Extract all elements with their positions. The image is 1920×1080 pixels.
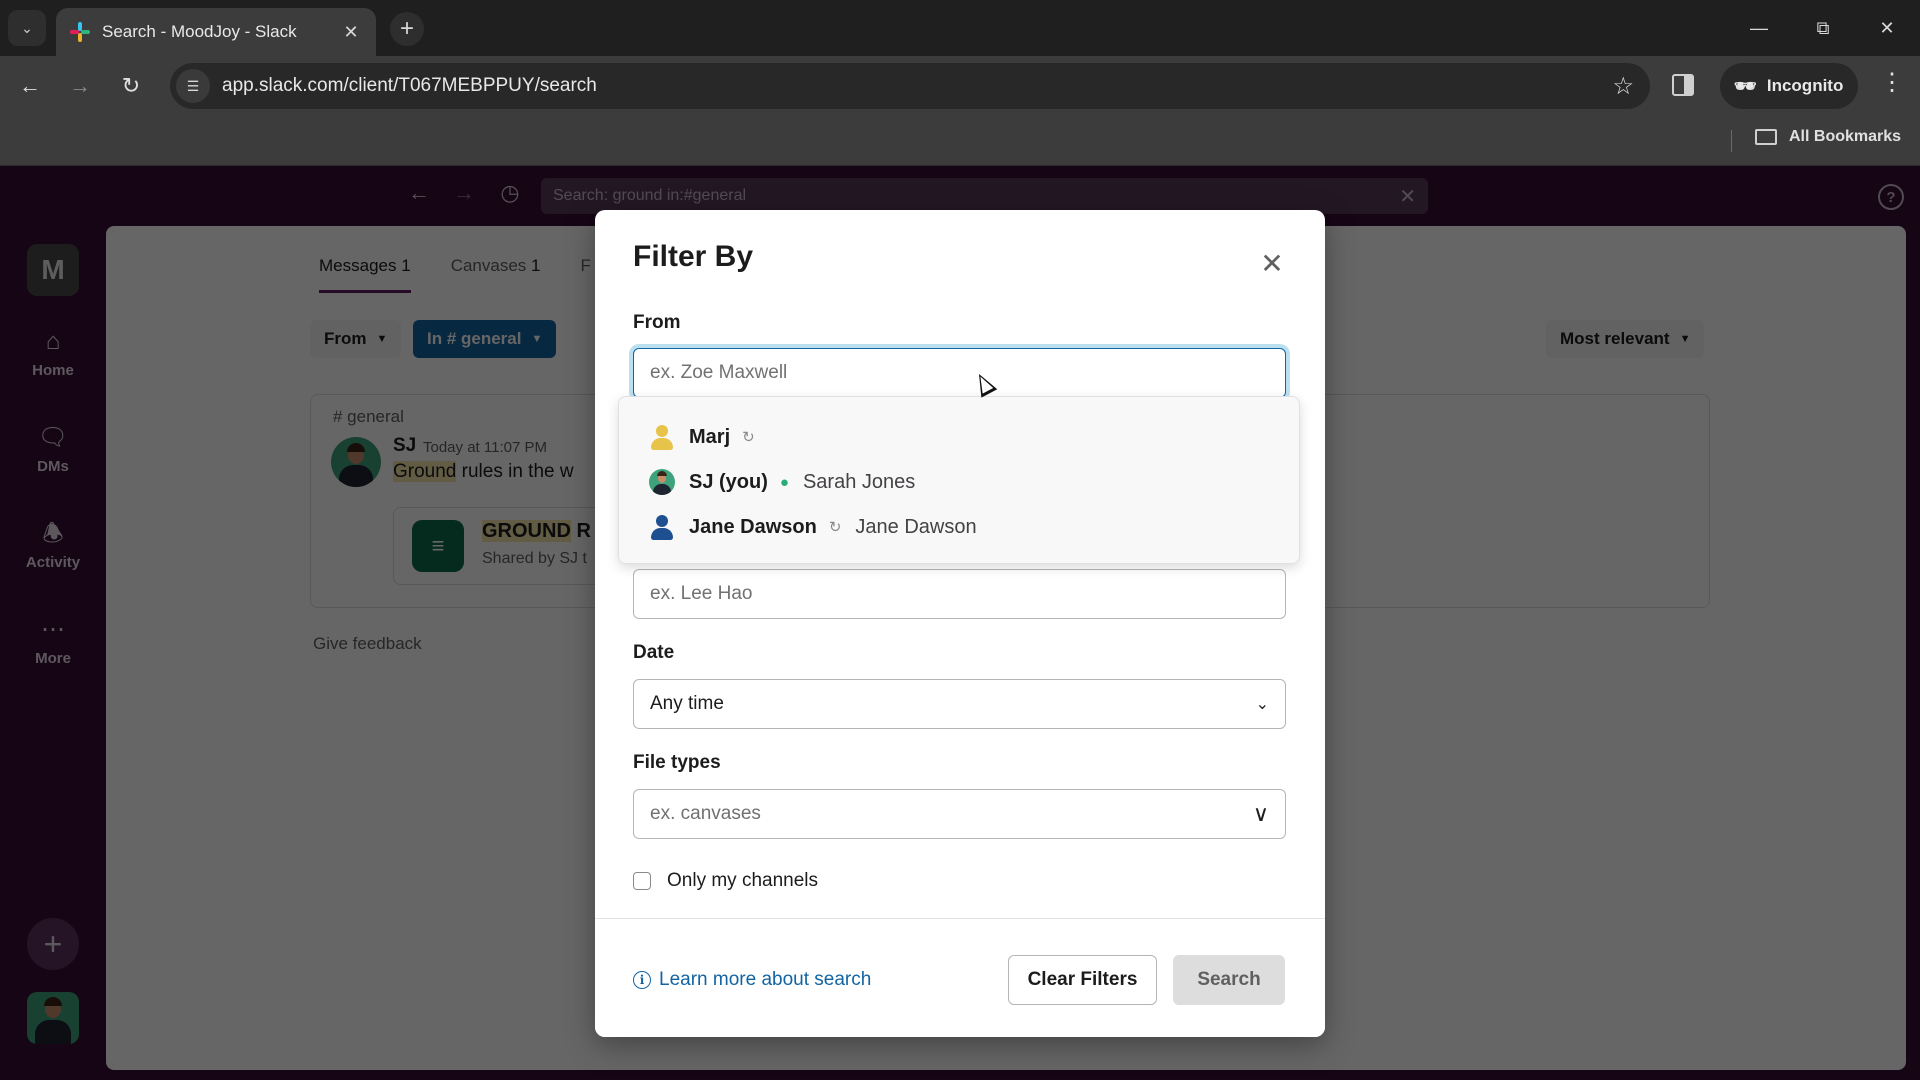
bookmarks-bar: All Bookmarks bbox=[0, 116, 1920, 166]
incognito-label: Incognito bbox=[1766, 76, 1844, 95]
tab-close-icon[interactable]: ✕ bbox=[340, 22, 362, 43]
file-types-label: File types bbox=[633, 752, 721, 773]
all-bookmarks-button[interactable]: All Bookmarks bbox=[1755, 128, 1901, 146]
option-display-name: Marj bbox=[689, 425, 731, 448]
option-display-name: Jane Dawson bbox=[689, 515, 817, 538]
browser-tab-strip: ⌄ Search - MoodJoy - Slack ✕ + — ⧉ ✕ bbox=[0, 0, 1920, 56]
reload-button[interactable]: ↻ bbox=[113, 68, 149, 104]
only-my-channels-label: Only my channels bbox=[667, 870, 819, 891]
from-input[interactable] bbox=[633, 348, 1286, 398]
close-icon: ✕ bbox=[1260, 247, 1284, 279]
close-modal-button[interactable]: ✕ bbox=[1255, 246, 1289, 280]
close-window-button[interactable]: ✕ bbox=[1864, 10, 1910, 46]
only-my-channels-checkbox[interactable] bbox=[633, 872, 651, 890]
restore-icon: ⧉ bbox=[1816, 17, 1830, 38]
search-button[interactable]: Search bbox=[1173, 955, 1285, 1005]
minimize-icon: — bbox=[1750, 17, 1768, 38]
date-select[interactable]: Any time ⌄ bbox=[633, 679, 1286, 729]
only-my-channels-option[interactable]: Only my channels bbox=[633, 870, 818, 892]
tab-title: Search - MoodJoy - Slack bbox=[102, 22, 297, 41]
file-types-select[interactable]: ex. canvases ∨ bbox=[633, 789, 1286, 839]
bookmarks-divider bbox=[1731, 130, 1732, 152]
bookmark-star-icon[interactable]: ☆ bbox=[1612, 72, 1634, 101]
browser-tab-active[interactable]: Search - MoodJoy - Slack ✕ bbox=[56, 8, 376, 56]
chevron-down-icon: ⌄ bbox=[21, 19, 33, 36]
folder-icon bbox=[1755, 129, 1777, 145]
modal-footer: i Learn more about search Clear Filters … bbox=[595, 918, 1325, 1037]
in-channel-input[interactable] bbox=[633, 569, 1286, 619]
slack-logo-icon bbox=[70, 22, 90, 42]
back-button[interactable]: ← bbox=[12, 68, 48, 104]
browser-toolbar: ← → ↻ ☰ app.slack.com/client/T067MEBPPUY… bbox=[0, 56, 1920, 116]
chevron-down-icon: ∨ bbox=[1252, 801, 1269, 826]
autocomplete-option-jane-dawson[interactable]: Jane Dawson ↻ Jane Dawson bbox=[649, 509, 977, 545]
modal-title: Filter By bbox=[633, 240, 754, 273]
from-autocomplete-menu: Marj ↻ SJ (you) ● Sarah Jones Jane Dawso… bbox=[618, 396, 1300, 564]
option-real-name: Jane Dawson bbox=[855, 515, 977, 538]
all-bookmarks-label: All Bookmarks bbox=[1789, 128, 1902, 145]
browser-menu-icon[interactable]: ⋮ bbox=[1880, 68, 1904, 97]
learn-more-link[interactable]: i Learn more about search bbox=[633, 969, 871, 991]
info-icon: i bbox=[633, 971, 651, 989]
arrow-right-icon: → bbox=[69, 73, 91, 98]
close-icon: ✕ bbox=[1879, 17, 1895, 38]
site-settings-icon[interactable]: ☰ bbox=[176, 69, 210, 103]
incognito-icon: 🕶 bbox=[1734, 75, 1757, 96]
default-avatar-icon bbox=[649, 424, 675, 450]
autocomplete-option-sj[interactable]: SJ (you) ● Sarah Jones bbox=[649, 464, 915, 500]
address-bar[interactable]: ☰ app.slack.com/client/T067MEBPPUY/searc… bbox=[170, 63, 1650, 109]
side-panel-icon[interactable] bbox=[1672, 74, 1694, 96]
active-status-icon: ● bbox=[779, 473, 789, 491]
arrow-left-icon: ← bbox=[19, 73, 41, 98]
option-real-name: Sarah Jones bbox=[802, 470, 916, 493]
date-label: Date bbox=[633, 642, 675, 663]
date-value: Any time bbox=[650, 693, 724, 714]
restore-button[interactable]: ⧉ bbox=[1800, 10, 1846, 46]
reload-icon: ↻ bbox=[121, 73, 141, 98]
autocomplete-option-marj[interactable]: Marj ↻ bbox=[649, 419, 769, 455]
user-photo-avatar bbox=[649, 469, 675, 495]
file-types-placeholder: ex. canvases bbox=[650, 803, 761, 824]
away-status-icon: ↻ bbox=[828, 519, 842, 536]
chevron-down-icon: ⌄ bbox=[1255, 696, 1269, 713]
away-status-icon: ↻ bbox=[742, 429, 755, 446]
plus-icon: + bbox=[399, 15, 414, 42]
minimize-button[interactable]: — bbox=[1736, 10, 1782, 46]
forward-button[interactable]: → bbox=[62, 68, 98, 104]
option-display-name: SJ (you) bbox=[689, 470, 768, 493]
default-avatar-icon bbox=[649, 514, 675, 540]
tab-search-button[interactable]: ⌄ bbox=[8, 10, 46, 46]
clear-filters-button[interactable]: Clear Filters bbox=[1008, 955, 1157, 1005]
url-text[interactable]: app.slack.com/client/T067MEBPPUY/search bbox=[222, 75, 1612, 97]
incognito-badge[interactable]: 🕶 Incognito bbox=[1720, 63, 1858, 109]
filter-by-modal: Filter By ✕ From Date Any time ⌄ File ty… bbox=[595, 210, 1325, 1037]
new-tab-button[interactable]: + bbox=[390, 12, 424, 46]
from-label: From bbox=[633, 312, 681, 333]
